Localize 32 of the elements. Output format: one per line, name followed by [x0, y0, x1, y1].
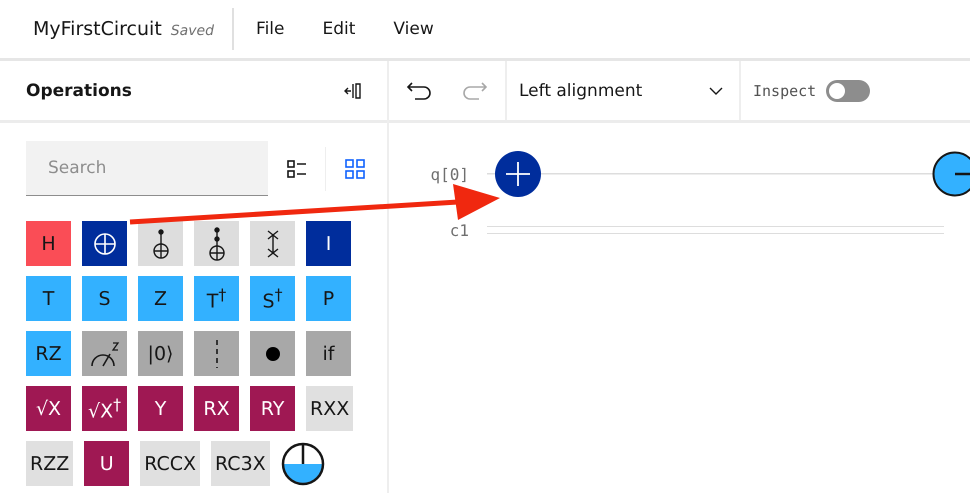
gate-tile[interactable]: Z	[138, 276, 183, 321]
gate-tile[interactable]: RC3X	[211, 441, 270, 486]
gate-tile[interactable]: RX	[194, 386, 239, 431]
gate-tile[interactable]: RY	[250, 386, 295, 431]
inspect-label: Inspect	[753, 82, 816, 100]
gate-tile[interactable]: RZ	[26, 331, 71, 376]
menu-item[interactable]: Edit	[316, 19, 376, 39]
search-field[interactable]: Search	[26, 141, 268, 196]
gate-tile[interactable]: √X	[26, 386, 71, 431]
gate-tile[interactable]: I	[306, 221, 351, 266]
gate-tile[interactable]: √X$^{†}$	[82, 386, 127, 431]
gate-tile[interactable]: U	[84, 441, 130, 486]
classical-register-label: c1	[448, 220, 469, 240]
gate-tile[interactable]: Y	[138, 386, 183, 431]
gate-tile[interactable]: P	[306, 276, 351, 321]
circuit-title: MyFirstCircuit	[33, 18, 162, 40]
alignment-dropdown[interactable]: Left alignment	[505, 61, 741, 120]
panel-title: Operations	[26, 80, 132, 100]
qubit-label: q[0]	[429, 164, 469, 184]
gate-tile[interactable]: RCCX	[140, 441, 200, 486]
gate-tile[interactable]: RXX	[306, 386, 354, 431]
gate-tile[interactable]: S$^{†}$	[250, 276, 295, 321]
gate-tile[interactable]: |0⟩	[138, 331, 183, 376]
menu-item[interactable]: File	[250, 19, 304, 39]
gate-tile[interactable]: T	[26, 276, 71, 321]
gate-tile[interactable]: T$^{†}$	[194, 276, 239, 321]
gate-tile[interactable]: if	[306, 331, 351, 376]
save-status: Saved	[170, 23, 214, 39]
gate-tile[interactable]: H	[26, 221, 71, 266]
gate-tile[interactable]: S	[82, 276, 127, 321]
gate-tile[interactable]: RZZ	[26, 441, 74, 486]
menu-item[interactable]: View	[387, 19, 454, 39]
